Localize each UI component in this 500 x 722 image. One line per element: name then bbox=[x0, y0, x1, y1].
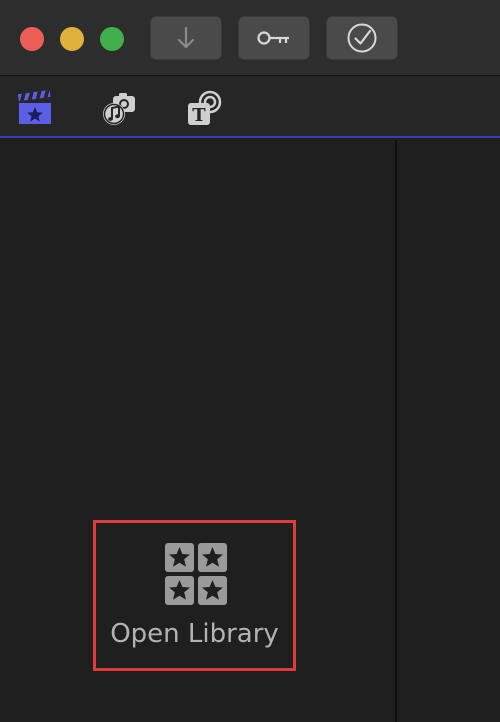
title-bar bbox=[0, 0, 500, 76]
open-library-button[interactable]: Open Library bbox=[93, 520, 296, 671]
open-library-label: Open Library bbox=[110, 619, 279, 649]
close-window-button[interactable] bbox=[20, 27, 44, 51]
keyword-editor-button[interactable] bbox=[238, 16, 310, 60]
tab-titles-and-generators[interactable]: T bbox=[186, 90, 222, 126]
zoom-window-button[interactable] bbox=[100, 27, 124, 51]
import-arrow-down-icon bbox=[177, 26, 195, 49]
tab-libraries[interactable] bbox=[17, 90, 53, 126]
minimize-window-button[interactable] bbox=[60, 27, 84, 51]
title-generator-icon: T bbox=[188, 90, 222, 126]
app-window: T Open Library bbox=[0, 0, 500, 722]
svg-text:T: T bbox=[192, 105, 206, 126]
key-icon bbox=[257, 31, 289, 45]
library-stars-icon bbox=[165, 543, 227, 605]
background-tasks-button[interactable] bbox=[326, 16, 398, 60]
checkmark-circle-icon bbox=[347, 23, 377, 53]
tab-photos-and-audio[interactable] bbox=[102, 90, 138, 126]
browser-tab-bar: T bbox=[0, 76, 500, 138]
import-media-button[interactable] bbox=[150, 16, 222, 60]
browser-panel bbox=[397, 140, 500, 722]
clapper-star-icon bbox=[17, 90, 51, 124]
camera-music-icon bbox=[103, 93, 135, 125]
